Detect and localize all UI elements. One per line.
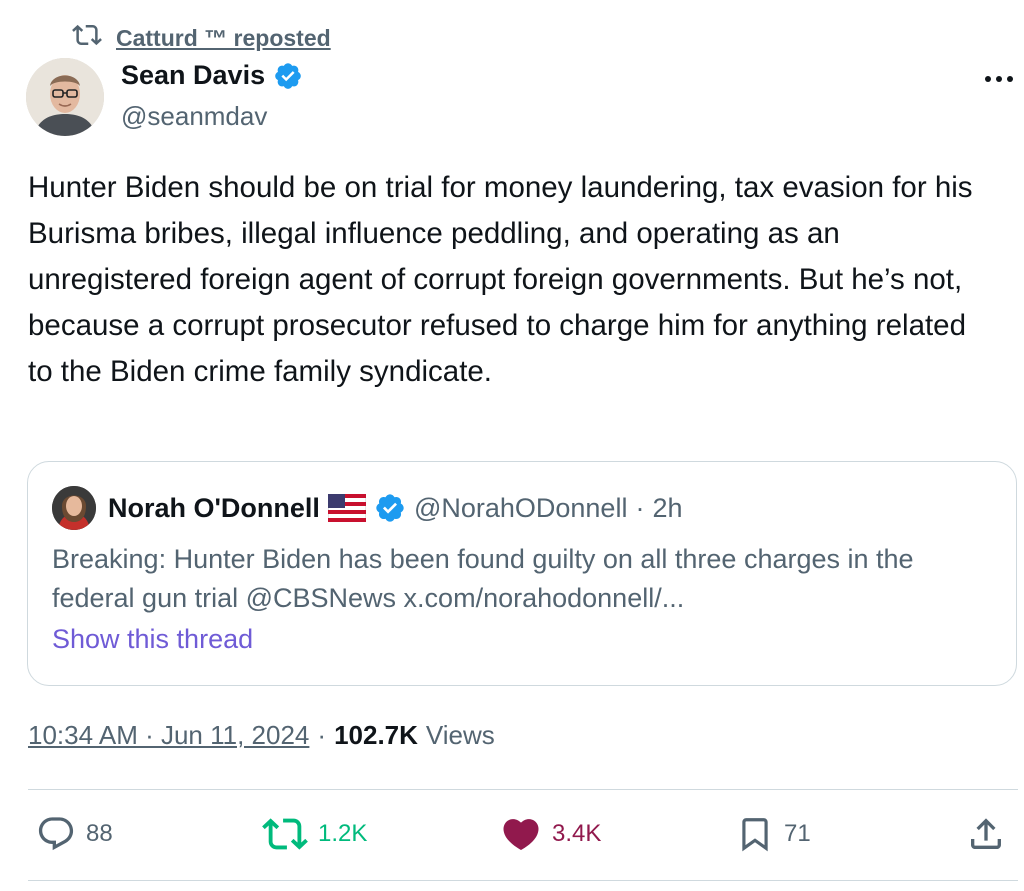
reply-count: 88 [86,820,113,847]
reply-icon [36,814,76,854]
quoted-separator: · [635,492,645,523]
repost-label[interactable]: Catturd ™ reposted [116,25,331,52]
divider-bottom [28,880,1018,881]
author-avatar[interactable] [26,58,104,136]
post-text: Hunter Biden should be on trial for mone… [28,171,973,388]
quoted-author-handle[interactable]: @NorahODonnell [414,493,628,524]
verified-badge-icon[interactable] [273,61,303,91]
repost-icon [72,20,102,56]
repost-indicator[interactable]: Catturd ™ reposted [72,20,331,56]
us-flag-icon [327,494,366,522]
share-button[interactable] [966,810,1006,858]
bookmark-count: 71 [784,820,811,847]
post-timestamp[interactable]: 10:34 AM · Jun 11, 2024 [28,720,309,751]
like-button[interactable]: 3.4K [500,810,601,858]
views-label: Views [425,720,495,750]
quoted-author-avatar[interactable] [52,486,96,530]
post-meta: 10:34 AM · Jun 11, 2024 · 102.7K Views [28,720,495,751]
like-count: 3.4K [552,820,602,847]
quoted-post-text: Breaking: Hunter Biden has been found gu… [52,544,914,613]
reply-button[interactable]: 88 [36,810,113,858]
meta-separator: · [317,720,327,750]
repost-button[interactable]: 1.2K [262,810,367,858]
bookmark-icon [736,813,774,855]
more-options-icon[interactable] [980,64,1018,94]
divider-top [28,789,1018,790]
tweet-page: Catturd ™ reposted Sean Davis @seanmdav … [0,0,1024,891]
repost-count: 1.2K [318,820,368,847]
views-count: 102.7K [334,720,418,750]
quoted-verified-badge-icon [374,492,406,524]
bookmark-button[interactable]: 71 [736,810,811,858]
author-handle[interactable]: @seanmdav [121,101,267,132]
share-icon [966,814,1006,854]
quoted-post-header: Norah O'Donnell @NorahODonnell · 2h [52,486,683,530]
repost-action-icon [262,811,308,857]
quoted-post-age[interactable]: 2h [652,493,682,524]
show-thread-link[interactable]: Show this thread [52,624,253,655]
author-name[interactable]: Sean Davis [121,60,265,91]
heart-icon [500,813,542,855]
quoted-post-card[interactable]: Norah O'Donnell @NorahODonnell · 2h Brea… [27,461,1017,686]
author-name-row: Sean Davis [121,60,303,91]
quoted-author-name[interactable]: Norah O'Donnell [108,493,320,524]
